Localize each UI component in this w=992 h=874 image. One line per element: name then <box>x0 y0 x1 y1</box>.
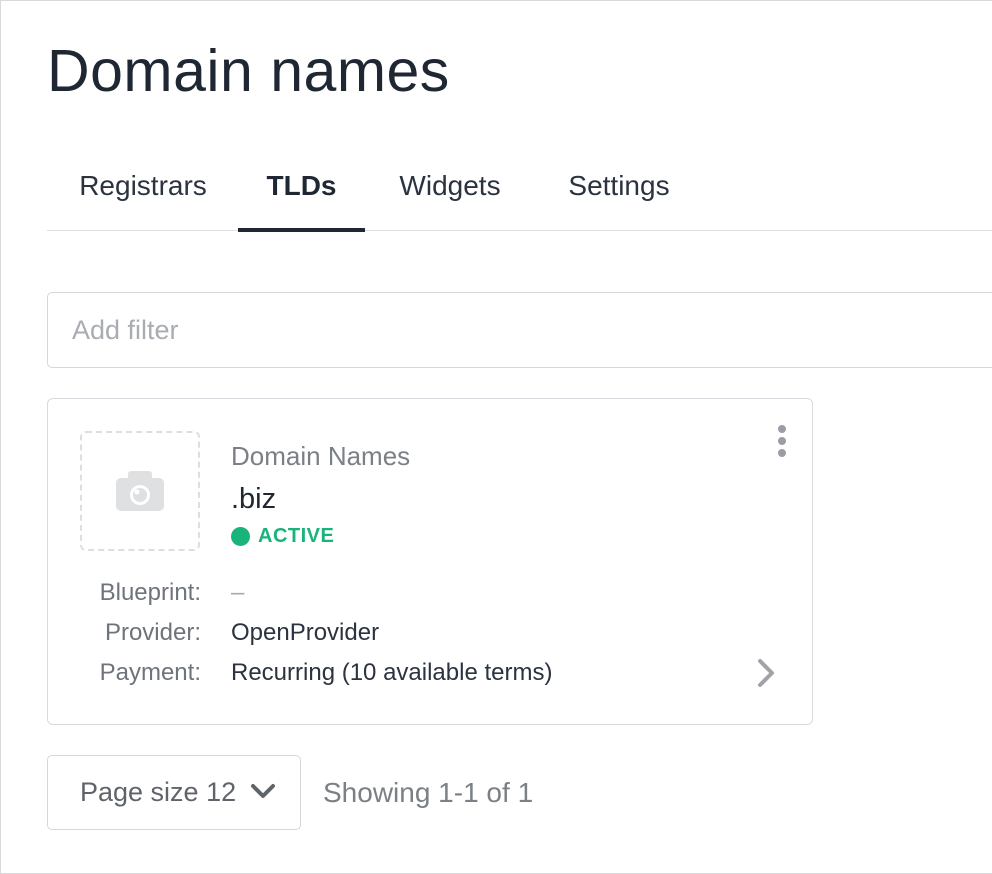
tld-name: .biz <box>231 483 277 515</box>
page-size-label: Page size 12 <box>80 777 237 807</box>
tab-bar: Registrars TLDs Widgets Settings <box>47 141 992 232</box>
provider-label: Provider: <box>104 619 201 646</box>
page-size-dropdown[interactable]: Page size 12 <box>47 755 301 830</box>
camera-icon <box>116 471 164 511</box>
blueprint-label: Blueprint: <box>99 579 201 606</box>
chevron-down-icon <box>251 784 275 798</box>
tab-settings[interactable]: Settings <box>565 141 673 231</box>
tab-registrars[interactable]: Registrars <box>77 141 209 231</box>
status-label: ACTIVE <box>258 525 335 547</box>
tab-tlds[interactable]: TLDs <box>238 141 365 232</box>
payment-value: Recurring (10 available terms) <box>231 659 553 686</box>
blueprint-value: – <box>231 579 245 606</box>
page-title: Domain names <box>47 38 450 104</box>
chevron-right-icon[interactable] <box>754 657 778 689</box>
tab-widgets[interactable]: Widgets <box>394 141 506 231</box>
image-placeholder <box>80 431 200 551</box>
card-category: Domain Names <box>231 441 411 471</box>
tld-card[interactable]: Domain Names .biz ACTIVE Blueprint: – Pr… <box>47 398 813 725</box>
results-count: Showing 1-1 of 1 <box>323 777 534 808</box>
filter-input[interactable] <box>48 293 992 367</box>
status-badge: ACTIVE <box>231 525 334 548</box>
kebab-menu-icon[interactable] <box>770 423 794 459</box>
status-dot-icon <box>231 527 250 546</box>
payment-label: Payment: <box>99 659 201 686</box>
app-frame: Domain names Registrars TLDs Widgets Set… <box>0 0 992 874</box>
provider-value: OpenProvider <box>231 619 380 646</box>
filter-box <box>47 292 992 368</box>
